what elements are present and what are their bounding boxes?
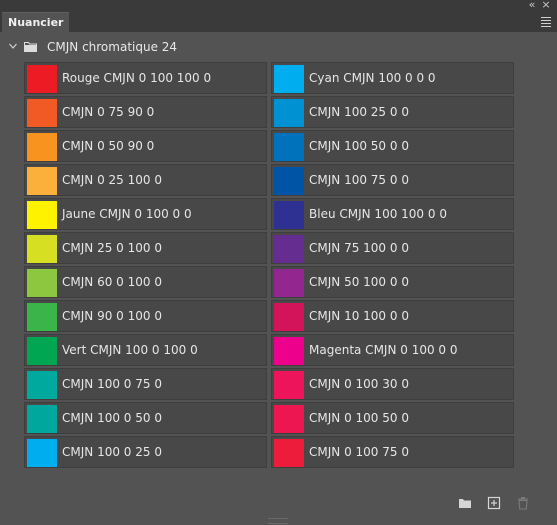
swatch-color-chip xyxy=(274,65,304,93)
swatch-color-chip xyxy=(27,405,57,433)
swatch-color-chip xyxy=(27,167,57,195)
swatch-label: CMJN 100 0 25 0 xyxy=(62,445,162,459)
hamburger-menu-icon[interactable] xyxy=(541,17,551,27)
swatch-label: Vert CMJN 100 0 100 0 xyxy=(62,343,198,357)
panel-resize-handle[interactable] xyxy=(268,518,288,524)
swatch-label: CMJN 60 0 100 0 xyxy=(62,275,162,289)
swatch-color-chip xyxy=(274,439,304,467)
swatch-color-chip xyxy=(274,99,304,127)
swatch-label: Magenta CMJN 0 100 0 0 xyxy=(309,343,458,357)
swatch-label: CMJN 0 100 75 0 xyxy=(309,445,409,459)
swatch-item[interactable]: CMJN 0 50 90 0 xyxy=(24,130,267,162)
swatch-item[interactable]: Vert CMJN 100 0 100 0 xyxy=(24,334,267,366)
swatch-color-chip xyxy=(27,303,57,331)
swatch-label: CMJN 0 75 90 0 xyxy=(62,105,155,119)
swatch-label: CMJN 0 100 50 0 xyxy=(309,411,409,425)
swatch-item[interactable]: Cyan CMJN 100 0 0 0 xyxy=(271,62,514,94)
swatch-label: CMJN 50 100 0 0 xyxy=(309,275,409,289)
group-name: CMJN chromatique 24 xyxy=(47,40,178,54)
swatch-item[interactable]: CMJN 0 100 75 0 xyxy=(271,436,514,468)
swatch-color-chip xyxy=(27,439,57,467)
swatch-color-chip xyxy=(27,99,57,127)
swatch-label: CMJN 0 100 30 0 xyxy=(309,377,409,391)
swatch-item[interactable]: CMJN 0 100 30 0 xyxy=(271,368,514,400)
folder-icon xyxy=(24,42,37,52)
panel-title-strip: « × xyxy=(0,0,557,12)
new-swatch-icon[interactable] xyxy=(487,496,501,510)
swatch-color-chip xyxy=(274,337,304,365)
swatch-label: CMJN 0 25 100 0 xyxy=(62,173,162,187)
swatch-item[interactable]: Jaune CMJN 0 100 0 0 xyxy=(24,198,267,230)
swatch-color-chip xyxy=(27,235,57,263)
swatch-item[interactable]: Rouge CMJN 0 100 100 0 xyxy=(24,62,267,94)
swatch-item[interactable]: CMJN 100 75 0 0 xyxy=(271,164,514,196)
swatch-item[interactable]: CMJN 100 50 0 0 xyxy=(271,130,514,162)
swatch-color-chip xyxy=(27,269,57,297)
swatch-color-chip xyxy=(274,303,304,331)
swatch-color-chip xyxy=(274,371,304,399)
swatch-color-chip xyxy=(27,133,57,161)
swatch-item[interactable]: CMJN 100 0 75 0 xyxy=(24,368,267,400)
swatch-label: Jaune CMJN 0 100 0 0 xyxy=(62,207,192,221)
swatch-color-chip xyxy=(27,371,57,399)
swatch-item[interactable]: Magenta CMJN 0 100 0 0 xyxy=(271,334,514,366)
swatch-item[interactable]: CMJN 10 100 0 0 xyxy=(271,300,514,332)
swatch-label: Cyan CMJN 100 0 0 0 xyxy=(309,71,436,85)
new-folder-icon[interactable] xyxy=(458,496,472,510)
swatch-label: CMJN 100 25 0 0 xyxy=(309,105,409,119)
swatch-group-row[interactable]: CMJN chromatique 24 xyxy=(0,36,557,58)
swatch-item[interactable]: Bleu CMJN 100 100 0 0 xyxy=(271,198,514,230)
swatch-color-chip xyxy=(27,65,57,93)
swatch-label: Bleu CMJN 100 100 0 0 xyxy=(309,207,447,221)
trash-icon[interactable] xyxy=(516,496,530,510)
swatch-label: CMJN 25 0 100 0 xyxy=(62,241,162,255)
swatch-item[interactable]: CMJN 25 0 100 0 xyxy=(24,232,267,264)
swatch-label: CMJN 10 100 0 0 xyxy=(309,309,409,323)
swatch-color-chip xyxy=(274,269,304,297)
swatch-label: CMJN 75 100 0 0 xyxy=(309,241,409,255)
swatch-item[interactable]: CMJN 0 100 50 0 xyxy=(271,402,514,434)
swatch-item[interactable]: CMJN 100 0 25 0 xyxy=(24,436,267,468)
swatch-label: CMJN 100 50 0 0 xyxy=(309,139,409,153)
swatch-item[interactable]: CMJN 90 0 100 0 xyxy=(24,300,267,332)
swatch-color-chip xyxy=(274,405,304,433)
swatch-label: Rouge CMJN 0 100 100 0 xyxy=(62,71,212,85)
double-chevron-left-icon[interactable]: « xyxy=(525,0,539,12)
swatch-item[interactable]: CMJN 100 25 0 0 xyxy=(271,96,514,128)
swatch-item[interactable]: CMJN 0 25 100 0 xyxy=(24,164,267,196)
swatch-item[interactable]: CMJN 0 75 90 0 xyxy=(24,96,267,128)
swatch-item[interactable]: CMJN 60 0 100 0 xyxy=(24,266,267,298)
chevron-down-icon[interactable] xyxy=(9,42,17,50)
panel-tab-bar: Nuancier xyxy=(0,12,557,33)
close-icon[interactable]: × xyxy=(539,0,553,12)
swatch-item[interactable]: CMJN 100 0 50 0 xyxy=(24,402,267,434)
swatch-label: CMJN 100 0 50 0 xyxy=(62,411,162,425)
swatch-color-chip xyxy=(27,337,57,365)
swatch-color-chip xyxy=(274,235,304,263)
swatch-item[interactable]: CMJN 75 100 0 0 xyxy=(271,232,514,264)
swatch-item[interactable]: CMJN 50 100 0 0 xyxy=(271,266,514,298)
tab-nuancier[interactable]: Nuancier xyxy=(2,12,70,33)
swatch-color-chip xyxy=(274,133,304,161)
panel-footer xyxy=(0,491,557,515)
swatch-color-chip xyxy=(274,201,304,229)
swatch-label: CMJN 100 0 75 0 xyxy=(62,377,162,391)
swatch-color-chip xyxy=(274,167,304,195)
swatch-label: CMJN 0 50 90 0 xyxy=(62,139,155,153)
swatch-color-chip xyxy=(27,201,57,229)
swatch-label: CMJN 100 75 0 0 xyxy=(309,173,409,187)
swatch-label: CMJN 90 0 100 0 xyxy=(62,309,162,323)
